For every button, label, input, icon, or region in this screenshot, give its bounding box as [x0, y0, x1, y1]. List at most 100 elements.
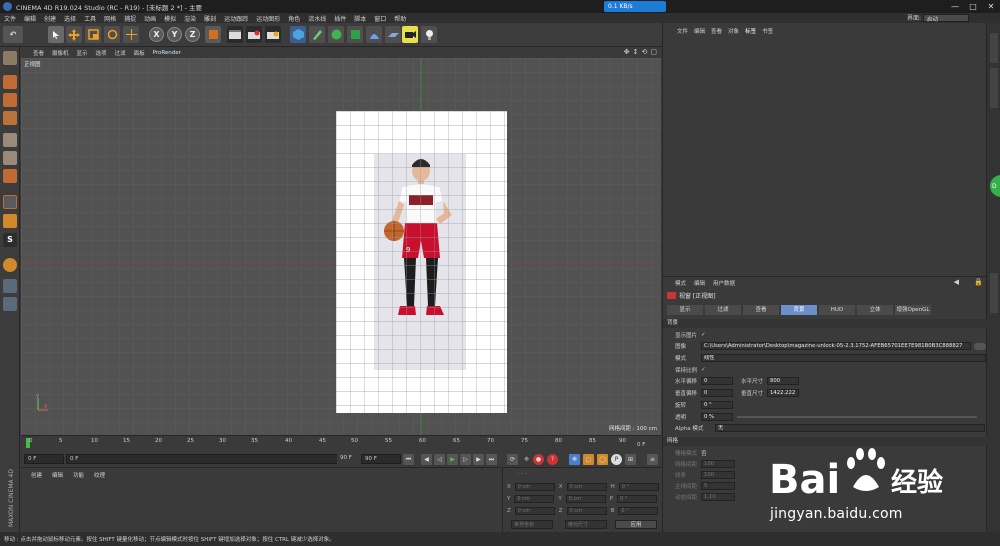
attr-menu-item[interactable]: 模式: [675, 279, 686, 287]
key-scale-icon[interactable]: ▢: [583, 454, 594, 465]
menu-item[interactable]: 捕捉: [124, 14, 136, 23]
menu-item[interactable]: 渲染: [184, 14, 196, 23]
material-menu-item[interactable]: 功能: [73, 471, 84, 479]
rot-p-field[interactable]: 0 °: [617, 495, 658, 503]
menu-item[interactable]: 角色: [288, 14, 300, 23]
material-menu-item[interactable]: 创建: [31, 471, 42, 479]
rotate-icon[interactable]: [104, 26, 120, 43]
coord-mode-select[interactable]: 世界坐标: [511, 520, 553, 529]
attr-tab[interactable]: 过滤: [705, 305, 741, 315]
key-param-icon[interactable]: P: [611, 454, 622, 465]
minimize-button[interactable]: —: [946, 0, 964, 13]
start-frame-field[interactable]: 0 F: [24, 454, 64, 464]
show-image-checkbox[interactable]: ✓: [701, 332, 706, 338]
keep-ratio-checkbox[interactable]: ✓: [701, 367, 706, 373]
close-button[interactable]: ✕: [982, 0, 1000, 13]
axis-mode-icon[interactable]: [3, 195, 17, 209]
prorender-menu[interactable]: ProRender: [153, 50, 181, 56]
go-to-end-icon[interactable]: ⏭: [486, 454, 497, 465]
attr-tab[interactable]: HUD: [819, 305, 855, 315]
side-tab[interactable]: [990, 33, 998, 63]
light-icon[interactable]: [421, 26, 437, 43]
network-speed-badge[interactable]: 0.1 KB/s: [604, 1, 666, 12]
menu-item[interactable]: 运动跟踪: [224, 14, 248, 23]
viewport-menu-item[interactable]: 摄像机: [52, 49, 69, 57]
object-menu-item[interactable]: 标签: [745, 27, 756, 35]
menu-item[interactable]: 流水线: [308, 14, 326, 23]
menu-item[interactable]: 工具: [84, 14, 96, 23]
workplane-mode-icon[interactable]: [3, 111, 17, 125]
timeline-window-icon[interactable]: ≡: [647, 454, 658, 465]
object-menu-item[interactable]: 查看: [711, 27, 722, 35]
front-viewport[interactable]: 9 Y X 正视图 网格间距 : 100 cm: [21, 58, 661, 435]
lock-icon[interactable]: 🔒: [974, 278, 983, 286]
menu-item[interactable]: 创建: [44, 14, 56, 23]
rotate-field[interactable]: 0 °: [701, 401, 733, 409]
autokey-icon[interactable]: ?: [547, 454, 558, 465]
browse-button[interactable]: [974, 342, 986, 350]
texture-mode-icon[interactable]: [3, 93, 17, 107]
menu-item[interactable]: 文件: [4, 14, 16, 23]
pan-icon[interactable]: ✥: [624, 48, 630, 56]
undo-icon[interactable]: ↶: [3, 26, 23, 43]
zoom-icon[interactable]: ↕: [633, 48, 639, 56]
make-editable-icon[interactable]: [3, 51, 17, 65]
cloner-icon[interactable]: [347, 26, 363, 43]
viewport-menu-item[interactable]: 面板: [134, 49, 145, 57]
menu-item[interactable]: 选择: [64, 14, 76, 23]
menu-item[interactable]: 编辑: [24, 14, 36, 23]
play-icon[interactable]: ▶: [447, 454, 458, 465]
attr-tab[interactable]: 显示: [667, 305, 703, 315]
last-tool-icon[interactable]: [123, 26, 139, 43]
menu-item[interactable]: 运动图形: [256, 14, 280, 23]
material-menu-item[interactable]: 纹理: [94, 471, 105, 479]
points-mode-icon[interactable]: [3, 133, 17, 147]
loop-icon[interactable]: ⟳: [507, 454, 518, 465]
workplane-lock-icon[interactable]: [3, 279, 17, 293]
x-axis-button[interactable]: X: [149, 27, 164, 42]
side-tab[interactable]: [990, 68, 998, 108]
main-lines-field[interactable]: 5: [701, 482, 735, 490]
coordinate-system-icon[interactable]: [205, 26, 221, 43]
planar-workplane-icon[interactable]: [3, 297, 17, 311]
object-menu-item[interactable]: 书签: [762, 27, 773, 35]
transparency-slider[interactable]: [737, 416, 977, 418]
attr-tab[interactable]: 查看: [743, 305, 779, 315]
size-x-field[interactable]: 0 cm: [566, 483, 607, 491]
rot-h-field[interactable]: 0 °: [618, 483, 659, 491]
object-menu-item[interactable]: 编辑: [694, 27, 705, 35]
polygons-mode-icon[interactable]: [3, 169, 17, 183]
current-frame-slider[interactable]: 0 F: [66, 454, 351, 464]
viewport-menu-item[interactable]: 显示: [77, 49, 88, 57]
menu-item[interactable]: 窗口: [374, 14, 386, 23]
maximize-view-icon[interactable]: ▢: [650, 48, 657, 56]
pen-spline-icon[interactable]: [309, 26, 325, 43]
grid-spacing-field[interactable]: 100: [701, 460, 735, 468]
viewport-menu-item[interactable]: 选项: [96, 49, 107, 57]
viewport-menu-item[interactable]: 查看: [33, 49, 44, 57]
maximize-button[interactable]: □: [964, 0, 982, 13]
render-to-picture-viewer-icon[interactable]: [246, 26, 262, 43]
menu-item[interactable]: 网格: [104, 14, 116, 23]
h-offset-field[interactable]: 0: [701, 377, 733, 385]
y-axis-button[interactable]: Y: [167, 27, 182, 42]
transparency-field[interactable]: 0 %: [701, 413, 733, 421]
go-to-start-icon[interactable]: ⏮: [403, 454, 414, 465]
attr-tab-active[interactable]: 背景: [781, 305, 817, 315]
nav-back-icon[interactable]: ◀: [954, 278, 959, 286]
layout-select[interactable]: 启动: [923, 14, 969, 23]
record-icon[interactable]: ●: [533, 454, 544, 465]
alpha-mode-select[interactable]: 无: [715, 424, 985, 432]
subdivision-icon[interactable]: [328, 26, 344, 43]
menu-item[interactable]: 动画: [144, 14, 156, 23]
h-size-field[interactable]: 800: [767, 377, 799, 385]
dynamic-spacing-field[interactable]: 1.10: [701, 493, 735, 501]
prev-key-icon[interactable]: ◀: [421, 454, 432, 465]
object-menu-item[interactable]: 文件: [677, 27, 688, 35]
key-pla-icon[interactable]: ⊞: [625, 454, 636, 465]
attr-menu-item[interactable]: 用户数据: [713, 279, 735, 287]
max-frame-field[interactable]: 90 F: [361, 454, 401, 464]
menu-item[interactable]: 模拟: [164, 14, 176, 23]
prev-frame-icon[interactable]: ◁: [434, 454, 445, 465]
render-view-icon[interactable]: [227, 26, 243, 43]
